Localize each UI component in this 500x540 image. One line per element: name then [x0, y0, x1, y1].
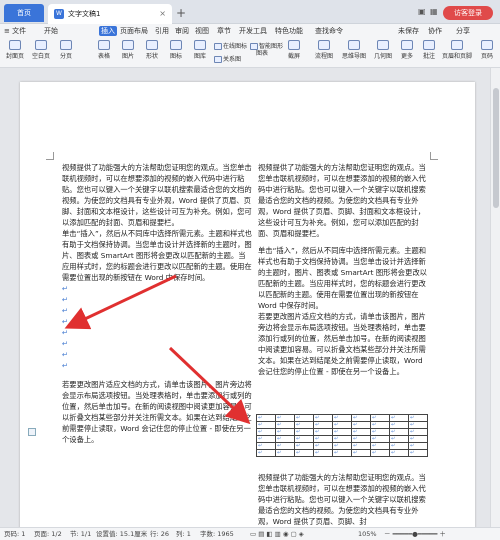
- close-tab-icon[interactable]: ×: [159, 4, 166, 24]
- home-tab[interactable]: 首页: [4, 4, 44, 22]
- command-search[interactable]: 查找命令: [315, 26, 343, 36]
- status-column: 列: 1: [176, 530, 191, 538]
- blank-page-button[interactable]: 空白页: [30, 38, 52, 60]
- status-word-count: 字数: 1965: [200, 530, 234, 538]
- vertical-scrollbar[interactable]: [490, 68, 500, 527]
- relation-chart-button[interactable]: 关系图: [214, 54, 241, 63]
- icon-button[interactable]: 图标: [166, 38, 186, 60]
- status-setting: 设置值: 15.1厘米: [96, 530, 148, 538]
- table-icon: [98, 40, 110, 50]
- geometry-button[interactable]: 几何图: [372, 38, 394, 60]
- relation-chart-icon: [214, 56, 222, 63]
- page-number-button[interactable]: 页码: [478, 38, 496, 60]
- more-icon: [401, 40, 413, 50]
- online-icon-icon: [214, 43, 222, 50]
- zoom-level[interactable]: 105%: [358, 528, 377, 540]
- status-row: 行: 26: [150, 530, 170, 538]
- page-break-button[interactable]: 分页: [56, 38, 76, 60]
- header-footer-button[interactable]: 页眉和页脚: [440, 38, 474, 60]
- picture-button[interactable]: 图片: [118, 38, 138, 60]
- login-button[interactable]: 访客登录: [443, 6, 493, 20]
- document-canvas[interactable]: 视频提供了功能强大的方法帮助您证明您的观点。当您单击联机视频时，可以在想要添加的…: [0, 68, 500, 527]
- scrollbar-thumb[interactable]: [493, 88, 499, 208]
- cover-page-button[interactable]: 封面页: [4, 38, 26, 60]
- view-mode-icons[interactable]: ▭ ▤ ◧ ▥ ◉ ▢ ◈: [250, 528, 304, 540]
- status-section: 节: 1/1: [70, 530, 92, 538]
- menu-chapter[interactable]: 章节: [217, 26, 231, 36]
- picture-icon: [122, 40, 134, 50]
- page-number-icon: [481, 40, 493, 50]
- side-marker-icon[interactable]: [28, 428, 36, 436]
- zoom-slider[interactable]: － ━━━━━●━━━━━ ＋: [384, 528, 446, 540]
- menu-page-layout[interactable]: 页面布局: [120, 26, 148, 36]
- comment-button[interactable]: 批注: [420, 38, 438, 60]
- menu-review[interactable]: 审阅: [175, 26, 189, 36]
- gallery-button[interactable]: 图库: [190, 38, 210, 60]
- gallery-icon: [194, 40, 206, 50]
- mindmap-icon: [348, 40, 360, 50]
- menu-start[interactable]: 开始: [44, 26, 58, 36]
- mindmap-button[interactable]: 思维导图: [340, 38, 368, 60]
- flowchart-button[interactable]: 流程图: [312, 38, 336, 60]
- menu-bar: ≡ 文件 开始 插入 页面布局 引用 审阅 视图 章节 开发工具 特色功能 查找…: [0, 24, 500, 38]
- cover-page-icon: [9, 40, 21, 50]
- share-button[interactable]: 分享: [456, 26, 470, 36]
- document-tab[interactable]: W 文字文稿1 ×: [48, 4, 172, 24]
- more-button[interactable]: 更多: [398, 38, 416, 60]
- chart-button[interactable]: 图表: [252, 48, 272, 57]
- screenshot-button[interactable]: 截屏: [284, 38, 304, 60]
- grid-icon[interactable]: ▦: [430, 4, 438, 20]
- online-icon-button[interactable]: 在线图标: [214, 41, 247, 50]
- unsaved-status: 未保存: [398, 27, 419, 35]
- menu-developer[interactable]: 开发工具: [239, 26, 267, 36]
- status-pages: 页面: 1/2: [34, 530, 62, 538]
- page-break-icon: [60, 40, 72, 50]
- shape-button[interactable]: 形状: [142, 38, 162, 60]
- icon-gallery-icon: [170, 40, 182, 50]
- comment-icon: [423, 40, 435, 50]
- arrow-left: [64, 274, 177, 330]
- new-tab-button[interactable]: +: [176, 4, 186, 22]
- collaborate-button[interactable]: 协作: [428, 26, 442, 36]
- document-tab-title: 文字文稿1: [68, 10, 101, 18]
- screenshot-icon: [288, 40, 300, 50]
- shape-icon: [146, 40, 158, 50]
- menu-references[interactable]: 引用: [155, 26, 169, 36]
- table-button[interactable]: 表格: [94, 38, 114, 60]
- header-footer-icon: [451, 40, 463, 50]
- geometry-icon: [377, 40, 389, 50]
- ribbon-toolbar: 封面页 空白页 分页 表格 图片 形状 图标 图库 在线图标 智能图形 关系图 …: [0, 38, 500, 68]
- status-page: 页码: 1: [4, 530, 26, 538]
- status-bar: 页码: 1 页面: 1/2 节: 1/1 设置值: 15.1厘米 行: 26 列…: [0, 527, 500, 540]
- blank-page-icon: [35, 40, 47, 50]
- menu-file[interactable]: ≡ 文件: [4, 26, 26, 36]
- menu-view[interactable]: 视图: [195, 26, 209, 36]
- layout-switch-icon[interactable]: ▣: [418, 4, 426, 20]
- document-icon: W: [54, 9, 64, 19]
- annotation-arrows: [64, 274, 251, 425]
- title-bar: 首页 W 文字文稿1 × + ▣ ▦ 访客登录: [0, 0, 500, 24]
- menu-features[interactable]: 特色功能: [275, 26, 303, 36]
- menu-insert[interactable]: 插入: [99, 26, 117, 36]
- flowchart-icon: [318, 40, 330, 50]
- arrow-right: [168, 346, 251, 425]
